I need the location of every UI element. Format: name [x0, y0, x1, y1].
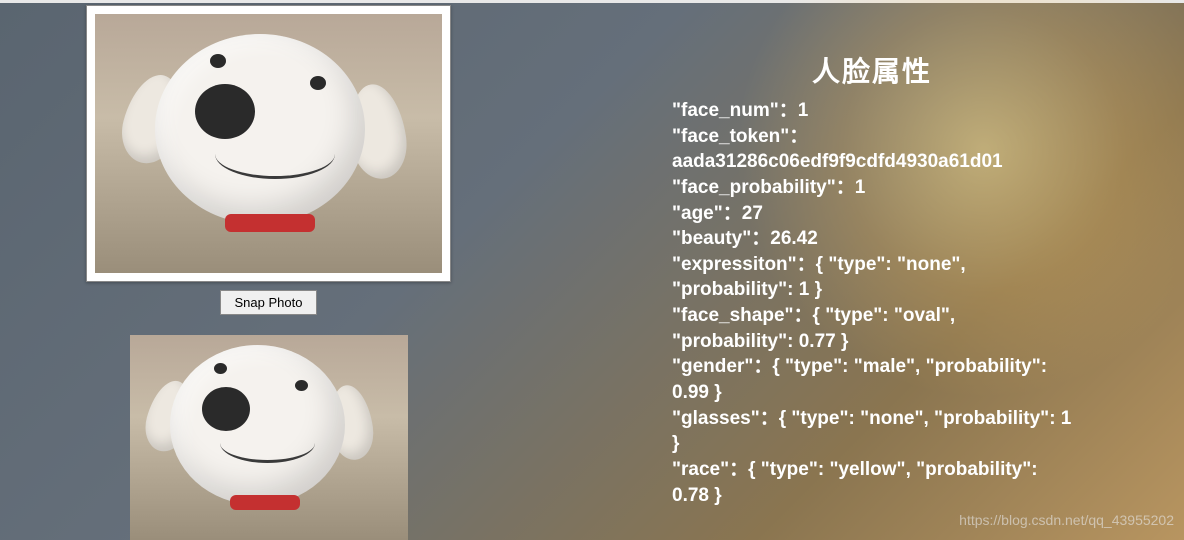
- attr-line: "face_probability"：1: [672, 175, 1072, 201]
- camera-preview: [95, 14, 442, 273]
- plush-smile-icon: [220, 423, 315, 463]
- watermark: https://blog.csdn.net/qq_43955202: [959, 512, 1174, 528]
- camera-preview-frame: [86, 5, 451, 282]
- attr-line: "face_num"：1: [672, 98, 1072, 124]
- plush-smile-icon: [215, 129, 335, 179]
- attributes-panel: 人脸属性 "face_num"：1 "face_token"： aada3128…: [672, 50, 1072, 508]
- attr-line: "expressiton"：{ "type": "none", "probabi…: [672, 252, 1072, 303]
- plush-eye-icon: [210, 54, 226, 68]
- attr-line: "beauty"：26.42: [672, 226, 1072, 252]
- attr-line: "race"：{ "type": "yellow", "probability"…: [672, 457, 1072, 508]
- snap-button-wrap: Snap Photo: [86, 290, 451, 315]
- attr-line: "age"：27: [672, 201, 1072, 227]
- captured-photo: [130, 335, 408, 540]
- attributes-title: 人脸属性: [672, 50, 1072, 90]
- attr-line: "gender"：{ "type": "male", "probability"…: [672, 354, 1072, 405]
- plush-collar-icon: [230, 495, 300, 510]
- plush-eye-icon: [310, 76, 326, 90]
- plush-collar-icon: [225, 214, 315, 232]
- snap-photo-button[interactable]: Snap Photo: [220, 290, 318, 315]
- plush-eye-icon: [295, 380, 308, 391]
- attr-line: "glasses"：{ "type": "none", "probability…: [672, 406, 1072, 457]
- attr-line: aada31286c06edf9f9cdfd4930a61d01: [672, 149, 1072, 175]
- left-column: Snap Photo: [86, 5, 451, 540]
- plush-eye-icon: [214, 363, 227, 374]
- top-bar: [0, 0, 1184, 3]
- attr-line: "face_token"：: [672, 124, 1072, 150]
- attr-line: "face_shape"：{ "type": "oval", "probabil…: [672, 303, 1072, 354]
